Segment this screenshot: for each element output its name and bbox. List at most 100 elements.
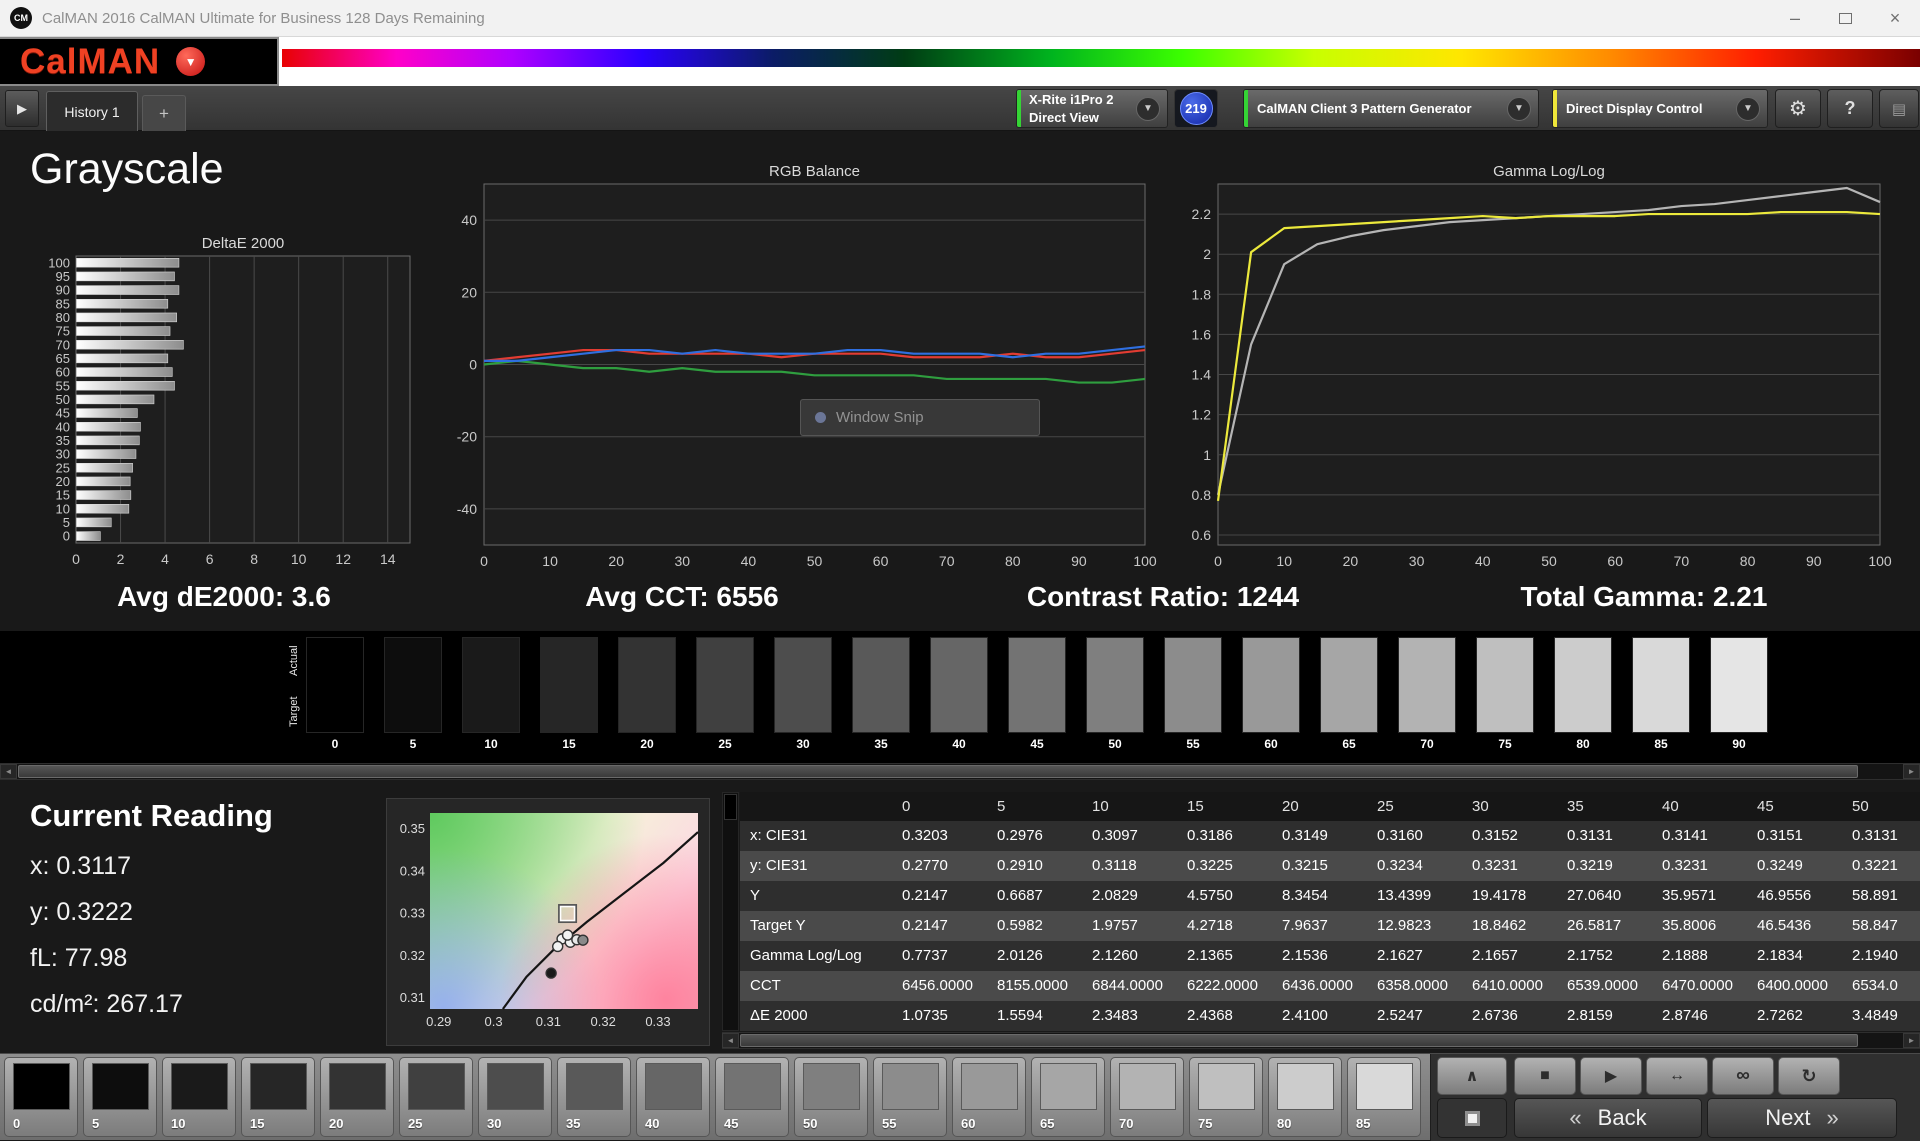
swatch-column-80: 80 [1554, 637, 1612, 751]
svg-text:4: 4 [161, 551, 169, 567]
patch-button-70[interactable]: 70 [1110, 1057, 1184, 1137]
patch-button-30[interactable]: 30 [478, 1057, 552, 1137]
patch-button-75[interactable]: 75 [1189, 1057, 1263, 1137]
chevron-down-icon: ▼ [1143, 103, 1153, 114]
patch-button-0[interactable]: 0 [4, 1057, 78, 1137]
patch-button-40[interactable]: 40 [636, 1057, 710, 1137]
help-icon: ? [1845, 98, 1856, 119]
patch-button-85[interactable]: 85 [1347, 1057, 1421, 1137]
swatch-label: 80 [1554, 737, 1612, 751]
display-dropdown-button[interactable]: ▼ [1736, 97, 1760, 121]
back-button[interactable]: « Back [1514, 1098, 1702, 1138]
table-cell: 46.5436 [1751, 911, 1846, 941]
forward-button[interactable]: ▶ [5, 90, 39, 127]
read-continuous-button[interactable]: ∞ [1712, 1057, 1774, 1095]
chevron-down-icon: ▼ [1514, 103, 1524, 114]
pattern-dropdown-button[interactable]: ▼ [1507, 97, 1531, 121]
table-cell: 0.3231 [1656, 851, 1751, 881]
logo-menu-button[interactable]: ▼ [176, 47, 205, 76]
table-row: x: CIE310.32030.29760.30970.31860.31490.… [740, 821, 1920, 851]
swatch-column-45: 45 [1008, 637, 1066, 751]
table-cell: 35.9571 [1656, 881, 1751, 911]
patch-label: 25 [408, 1116, 422, 1131]
layout-button[interactable]: ▤ [1879, 89, 1919, 128]
meter-name: X-Rite i1Pro 2 [1029, 91, 1114, 109]
grayscale-swatch-strip: Actual Target 05101520253035404550556065… [0, 631, 1920, 763]
swatch-column-5: 5 [384, 637, 442, 751]
svg-text:0.8: 0.8 [1192, 487, 1212, 503]
table-scrollbar[interactable]: ◄ ► [722, 1032, 1920, 1049]
patch-label: 10 [171, 1116, 185, 1131]
table-cell: 0.5982 [991, 911, 1086, 941]
patch-button-65[interactable]: 65 [1031, 1057, 1105, 1137]
swatch-column-40: 40 [930, 637, 988, 751]
settings-button[interactable]: ⚙ [1775, 89, 1821, 128]
svg-text:0.6: 0.6 [1192, 527, 1212, 543]
patch-chip [1119, 1063, 1176, 1110]
chevron-down-icon: ▼ [185, 55, 197, 69]
stop-button[interactable]: ■ [1514, 1057, 1576, 1095]
play-icon: ▶ [1605, 1066, 1617, 1086]
patch-label: 35 [566, 1116, 580, 1131]
table-cell: 2.3483 [1086, 1001, 1181, 1031]
scroll-right-arrow[interactable]: ► [1903, 1033, 1920, 1048]
scroll-right-arrow[interactable]: ► [1903, 764, 1920, 779]
meter-selector[interactable]: X-Rite i1Pro 2 Direct View ▼ [1016, 89, 1168, 128]
table-cell: 6456.0000 [896, 971, 991, 1001]
next-button[interactable]: Next » [1707, 1098, 1897, 1138]
range-icon: ↔ [1669, 1067, 1685, 1085]
display-control-selector[interactable]: Direct Display Control ▼ [1552, 89, 1768, 128]
patch-button-60[interactable]: 60 [952, 1057, 1026, 1137]
patch-button-80[interactable]: 80 [1268, 1057, 1342, 1137]
luminance-badge-frame[interactable]: 219 [1174, 89, 1218, 128]
table-cell: 1.5594 [991, 1001, 1086, 1031]
scrollbar-thumb[interactable] [18, 765, 1858, 778]
svg-text:0: 0 [63, 529, 70, 544]
rainbow-gradient-bar [282, 49, 1920, 67]
patch-chip [1277, 1063, 1334, 1110]
scrollbar-thumb[interactable] [740, 1034, 1858, 1047]
patch-button-20[interactable]: 20 [320, 1057, 394, 1137]
table-cell: 6358.0000 [1371, 971, 1466, 1001]
swatch-60 [1242, 637, 1300, 733]
read-series-button[interactable]: ↔ [1646, 1057, 1708, 1095]
table-cell: 0.3131 [1846, 821, 1920, 851]
swatch-80 [1554, 637, 1612, 733]
patch-button-10[interactable]: 10 [162, 1057, 236, 1137]
tab-history-1[interactable]: History 1 [46, 91, 138, 131]
scrollbar-thumb[interactable] [724, 794, 737, 820]
minimize-button[interactable]: – [1770, 0, 1820, 37]
patch-button-35[interactable]: 35 [557, 1057, 631, 1137]
patch-chip [803, 1063, 860, 1110]
patch-button-25[interactable]: 25 [399, 1057, 473, 1137]
patch-button-55[interactable]: 55 [873, 1057, 947, 1137]
pattern-generator-selector[interactable]: CalMAN Client 3 Pattern Generator ▼ [1243, 89, 1539, 128]
svg-text:1.8: 1.8 [1192, 286, 1212, 302]
read-once-button[interactable]: ▶ [1580, 1057, 1642, 1095]
patch-button-50[interactable]: 50 [794, 1057, 868, 1137]
restore-button[interactable] [1820, 0, 1870, 37]
swatch-50 [1086, 637, 1144, 733]
table-cell: 2.1752 [1561, 941, 1656, 971]
swatch-5 [384, 637, 442, 733]
table-cell: 2.0126 [991, 941, 1086, 971]
patch-chip [1198, 1063, 1255, 1110]
help-button[interactable]: ? [1827, 89, 1873, 128]
pattern-window-button[interactable] [1437, 1098, 1507, 1138]
patch-button-15[interactable]: 15 [241, 1057, 315, 1137]
loop-button[interactable]: ↻ [1778, 1057, 1840, 1095]
patch-button-5[interactable]: 5 [83, 1057, 157, 1137]
swatch-45 [1008, 637, 1066, 733]
patch-button-45[interactable]: 45 [715, 1057, 789, 1137]
close-button[interactable]: × [1870, 0, 1920, 37]
swatch-scrollbar[interactable]: ◄ ► [0, 763, 1920, 780]
scroll-left-arrow[interactable]: ◄ [722, 1033, 739, 1048]
expand-up-button[interactable]: ∧ [1437, 1057, 1507, 1095]
cie-chart: 0.350.340.330.320.310.290.30.310.320.33 [387, 799, 711, 1043]
scroll-left-arrow[interactable]: ◄ [0, 764, 17, 779]
svg-text:90: 90 [1806, 553, 1822, 569]
add-tab-button[interactable]: + [142, 95, 186, 131]
table-vertical-scrollbar[interactable] [722, 792, 739, 1031]
column-header: 0 [896, 792, 991, 821]
meter-dropdown-button[interactable]: ▼ [1136, 97, 1160, 121]
